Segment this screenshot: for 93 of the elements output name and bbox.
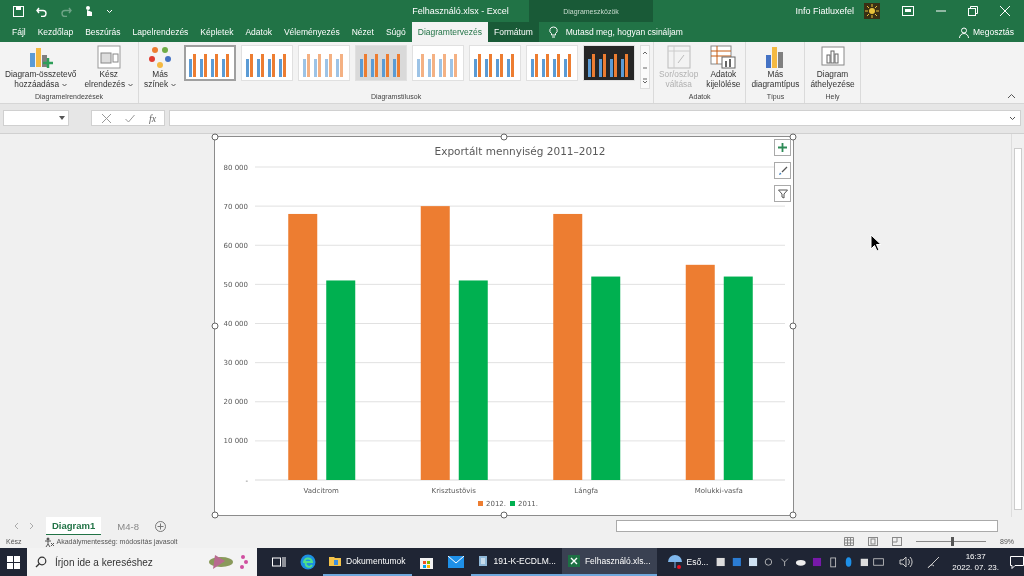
resize-handle[interactable]: [789, 322, 797, 330]
enter-check-icon[interactable]: [125, 113, 135, 123]
horizontal-scrollbar[interactable]: [615, 520, 998, 532]
add-chart-element-icon: [27, 45, 54, 69]
bar[interactable]: [326, 280, 356, 480]
lightbulb-icon[interactable]: [548, 26, 558, 38]
plus-icon: [778, 143, 787, 152]
ribbon-tab[interactable]: Diagramtervezés: [411, 22, 488, 42]
switch-rows-icon: [665, 45, 692, 69]
save-icon[interactable]: [13, 5, 24, 17]
caret-icon: [59, 116, 65, 120]
user-avatar-icon[interactable]: [864, 3, 880, 19]
clock-time[interactable]: 16:37: [965, 551, 986, 562]
chart-styles-button[interactable]: [774, 162, 791, 179]
ribbon-tab[interactable]: Fájl: [6, 22, 32, 42]
share-button[interactable]: Megosztás: [972, 27, 1014, 37]
caret-icon[interactable]: [1009, 115, 1016, 121]
user-name[interactable]: Info Fiatluxefel: [795, 6, 854, 16]
ribbon-tab[interactable]: Véleményezés: [277, 22, 346, 42]
mouse-pointer-icon: [870, 234, 882, 252]
resize-handle[interactable]: [500, 133, 508, 141]
search-icon: [35, 556, 47, 568]
chart-title: Exportált mennyiség 2011–2012: [434, 145, 606, 157]
collapse-ribbon-icon[interactable]: [1007, 93, 1016, 99]
pen-icon[interactable]: [927, 555, 942, 569]
ribbon-tab[interactable]: Nézet: [345, 22, 380, 42]
restore-icon[interactable]: [968, 6, 978, 16]
ribbon-tab[interactable]: Lapelrendezés: [126, 22, 195, 42]
select-data-icon: [710, 45, 737, 69]
taskbar-app[interactable]: 191-K-ECDLM...: [470, 548, 562, 576]
chart-filters-button[interactable]: [774, 185, 791, 202]
weather-label[interactable]: Eső...: [686, 557, 709, 567]
bar[interactable]: [288, 213, 318, 480]
ribbon-button[interactable]: Más színek: [142, 45, 179, 89]
layout-icon: [95, 45, 122, 69]
color-dots-icon: [147, 45, 174, 69]
umbrella-icon[interactable]: [666, 554, 683, 570]
person-icon[interactable]: [958, 26, 970, 38]
ribbon-button[interactable]: Más diagramtípus: [749, 45, 802, 89]
cancel-icon[interactable]: [102, 113, 111, 123]
ribbon-button[interactable]: Adatok kijelölése: [704, 45, 743, 89]
ribbon-tab[interactable]: Kezdőlap: [31, 22, 80, 42]
ribbon-tab[interactable]: Adatok: [239, 22, 278, 42]
resize-handle[interactable]: [211, 322, 219, 330]
browser-icon[interactable]: [300, 554, 316, 570]
vertical-scrollbar[interactable]: [1011, 134, 1024, 517]
bar[interactable]: [723, 276, 753, 480]
ribbon-button[interactable]: Kész elrendezés: [82, 45, 136, 89]
zoom-slider-thumb[interactable]: [951, 537, 954, 546]
close-icon[interactable]: [1000, 6, 1010, 16]
taskbar-app[interactable]: Felhasználó.xls...: [561, 548, 657, 576]
insert-function-button[interactable]: fx: [149, 112, 157, 124]
bar[interactable]: [553, 213, 583, 480]
notification-icon[interactable]: [1010, 555, 1024, 569]
chart-style-thumbnail[interactable]: [184, 45, 237, 81]
normal-view-icon[interactable]: [844, 537, 854, 546]
resize-handle[interactable]: [211, 133, 219, 141]
accessibility-icon[interactable]: [43, 536, 54, 547]
task-view-icon[interactable]: [272, 556, 286, 568]
ribbon-tab[interactable]: Beszúrás: [79, 22, 127, 42]
taskbar-app[interactable]: Dokumentumok: [323, 548, 412, 576]
ribbon-display-icon[interactable]: [902, 6, 914, 16]
system-tray-icons[interactable]: [715, 555, 886, 569]
move-chart-icon: [819, 45, 846, 69]
spreadsheet-icon: [567, 555, 580, 567]
window-title: Felhasználó.xlsx - Excel: [411, 6, 510, 16]
ribbon-tab[interactable]: Formátum: [488, 22, 539, 42]
ribbon-button[interactable]: Diagram áthelyezése: [808, 45, 857, 89]
sheet-tab[interactable]: Diagram1: [46, 516, 102, 536]
bar[interactable]: [591, 276, 621, 480]
clock-date[interactable]: 2022. 07. 23.: [952, 562, 999, 573]
tell-me-field[interactable]: Mutasd meg, hogyan csináljam: [565, 27, 683, 37]
ribbon-tab[interactable]: Képletek: [194, 22, 240, 42]
mail-icon[interactable]: [447, 556, 464, 568]
touch-mode-icon[interactable]: [84, 5, 94, 17]
bar[interactable]: [685, 264, 715, 480]
windows-start-icon[interactable]: [7, 555, 20, 569]
bar[interactable]: [458, 280, 488, 480]
ribbon-button[interactable]: Diagram-összetevő hozzáadása: [3, 45, 79, 89]
document-icon: [476, 555, 489, 567]
volume-icon[interactable]: [899, 556, 914, 568]
chart-elements-button[interactable]: [774, 139, 791, 156]
folder-icon: [329, 555, 341, 567]
filter-icon: [777, 188, 788, 199]
page-break-icon[interactable]: [892, 537, 902, 546]
page-layout-icon[interactable]: [868, 537, 878, 546]
taskbar-search-field[interactable]: Írjon ide a kereséshez: [27, 548, 257, 576]
formula-input[interactable]: [169, 110, 1021, 126]
bar[interactable]: [420, 206, 450, 480]
add-sheet-icon[interactable]: [154, 520, 166, 532]
brush-icon: [777, 165, 788, 176]
ribbon-tab[interactable]: Súgó: [379, 22, 412, 42]
undo-icon[interactable]: [36, 5, 48, 17]
